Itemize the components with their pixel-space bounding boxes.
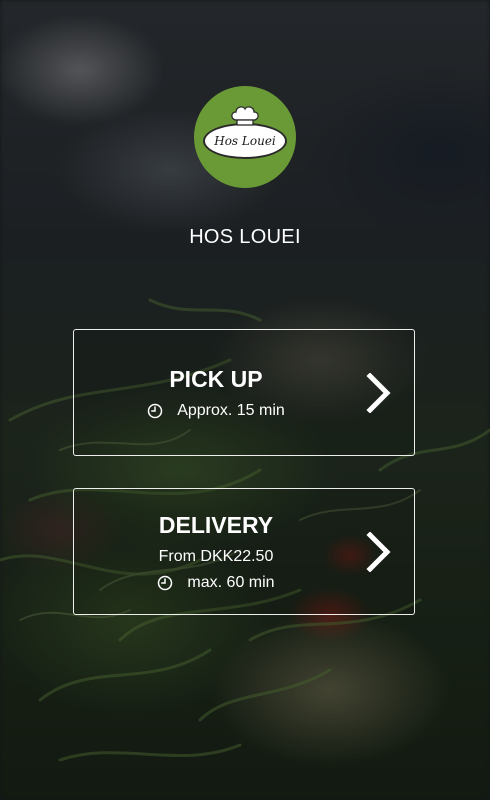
chevron-right-icon bbox=[366, 531, 391, 572]
brand-logo: Hos Louei bbox=[194, 86, 296, 188]
clock-icon bbox=[158, 575, 173, 590]
logo-text: Hos Louei bbox=[214, 134, 276, 148]
delivery-time-row: max. 60 min bbox=[157, 573, 275, 593]
pickup-time-row: Approx. 15 min bbox=[147, 401, 285, 421]
restaurant-name: HOS LOUEI bbox=[189, 226, 301, 248]
delivery-price: From DKK22.50 bbox=[158, 547, 274, 565]
pickup-option-button[interactable]: PICK UP Approx. 15 min bbox=[73, 329, 415, 456]
order-type-screen: Hos Louei HOS LOUEI PICK UP Approx. 15 m… bbox=[0, 0, 490, 800]
logo-badge: Hos Louei bbox=[203, 106, 287, 159]
pickup-time: Approx. 15 min bbox=[177, 401, 285, 419]
chevron-right-icon bbox=[366, 372, 391, 413]
chef-hat-icon bbox=[231, 106, 259, 126]
pickup-title: PICK UP bbox=[169, 365, 263, 392]
delivery-title: DELIVERY bbox=[158, 511, 274, 538]
clock-icon bbox=[147, 403, 163, 418]
delivery-option-content: DELIVERY From DKK22.50 max. 60 min bbox=[74, 489, 358, 614]
delivery-time: max. 60 min bbox=[187, 573, 275, 591]
delivery-option-button[interactable]: DELIVERY From DKK22.50 max. 60 min bbox=[73, 488, 415, 615]
pickup-option-content: PICK UP Approx. 15 min bbox=[74, 330, 358, 455]
